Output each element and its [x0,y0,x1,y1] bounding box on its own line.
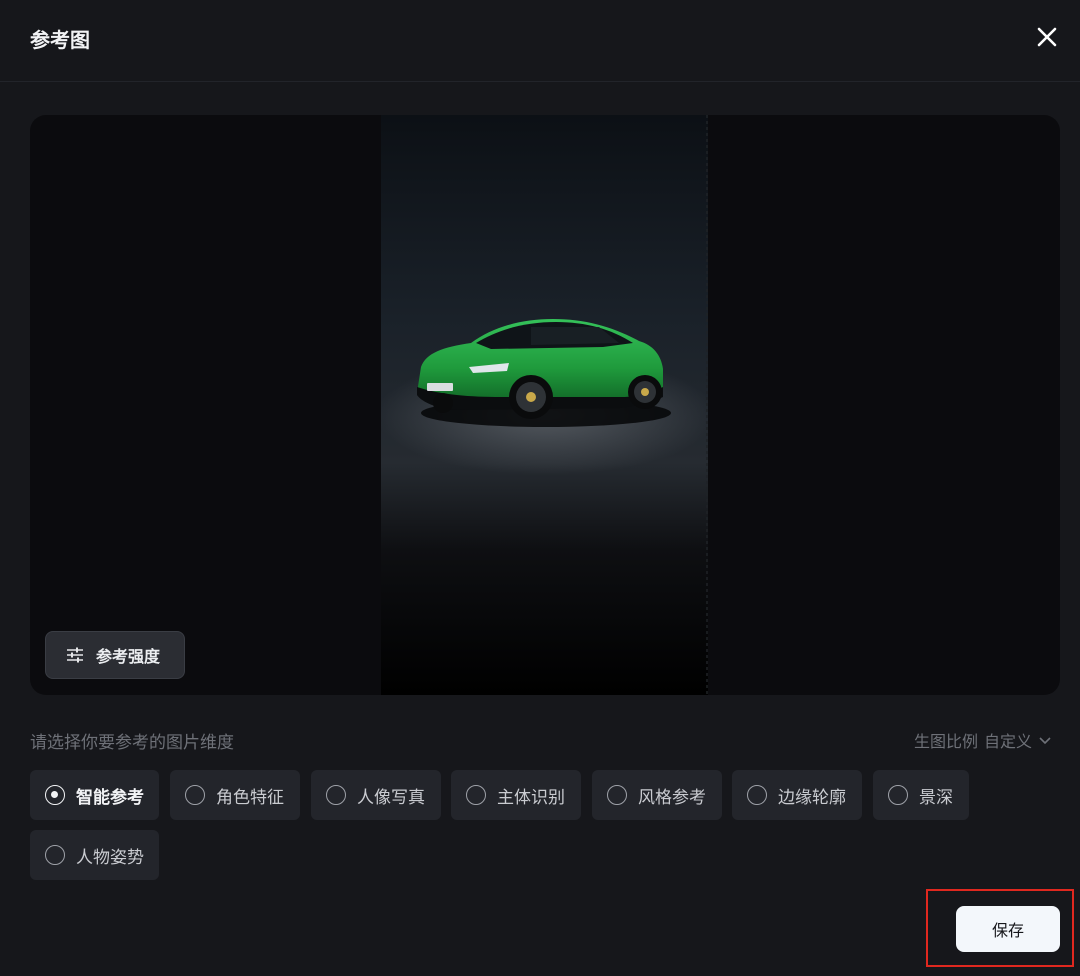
dialog-title: 参考图 [30,28,90,52]
option-label: 人物姿势 [76,847,144,868]
option-portrait[interactable]: 人像写真 [311,770,441,820]
radio-icon [45,845,65,865]
close-button[interactable] [1032,22,1062,52]
sliders-icon [67,647,83,663]
option-label: 边缘轮廓 [778,787,846,808]
car-photo [381,115,708,695]
image-preview: 参考强度 [30,115,1060,695]
radio-icon [607,785,627,805]
radio-icon [326,785,346,805]
radio-selected-icon [45,785,65,805]
reference-image [381,115,708,695]
radio-icon [888,785,908,805]
radio-icon [185,785,205,805]
option-label: 智能参考 [76,787,144,808]
ratio-label: 生图比例 [914,732,979,751]
option-edge-contour[interactable]: 边缘轮廓 [732,770,862,820]
option-style-reference[interactable]: 风格参考 [592,770,722,820]
close-icon [1037,27,1057,47]
dialog-header: 参考图 [0,0,1080,82]
reference-strength-button[interactable]: 参考强度 [45,631,185,679]
save-button[interactable]: 保存 [956,906,1060,952]
option-label: 景深 [919,787,953,808]
option-label: 人像写真 [357,787,425,808]
option-label: 主体识别 [497,787,565,808]
option-label: 角色特征 [216,787,284,808]
option-smart-reference[interactable]: 智能参考 [30,770,159,820]
radio-icon [747,785,767,805]
dimension-prompt: 请选择你要参考的图片维度 [30,733,234,753]
ratio-dropdown[interactable]: 生图比例 自定义 [914,728,1052,752]
option-label: 风格参考 [638,787,706,808]
radio-icon [466,785,486,805]
option-depth-of-field[interactable]: 景深 [873,770,969,820]
option-character-features[interactable]: 角色特征 [170,770,300,820]
reference-image-dialog: 参考图 参考强度 请选择你要参考的图片维度 生图比例 自定义 智能参考 角色特征… [0,0,1080,976]
reference-strength-label: 参考强度 [96,647,161,666]
ratio-value: 自定义 [984,732,1033,751]
option-subject-recognition[interactable]: 主体识别 [451,770,581,820]
option-pose[interactable]: 人物姿势 [30,830,159,880]
chevron-down-icon [1039,737,1051,745]
